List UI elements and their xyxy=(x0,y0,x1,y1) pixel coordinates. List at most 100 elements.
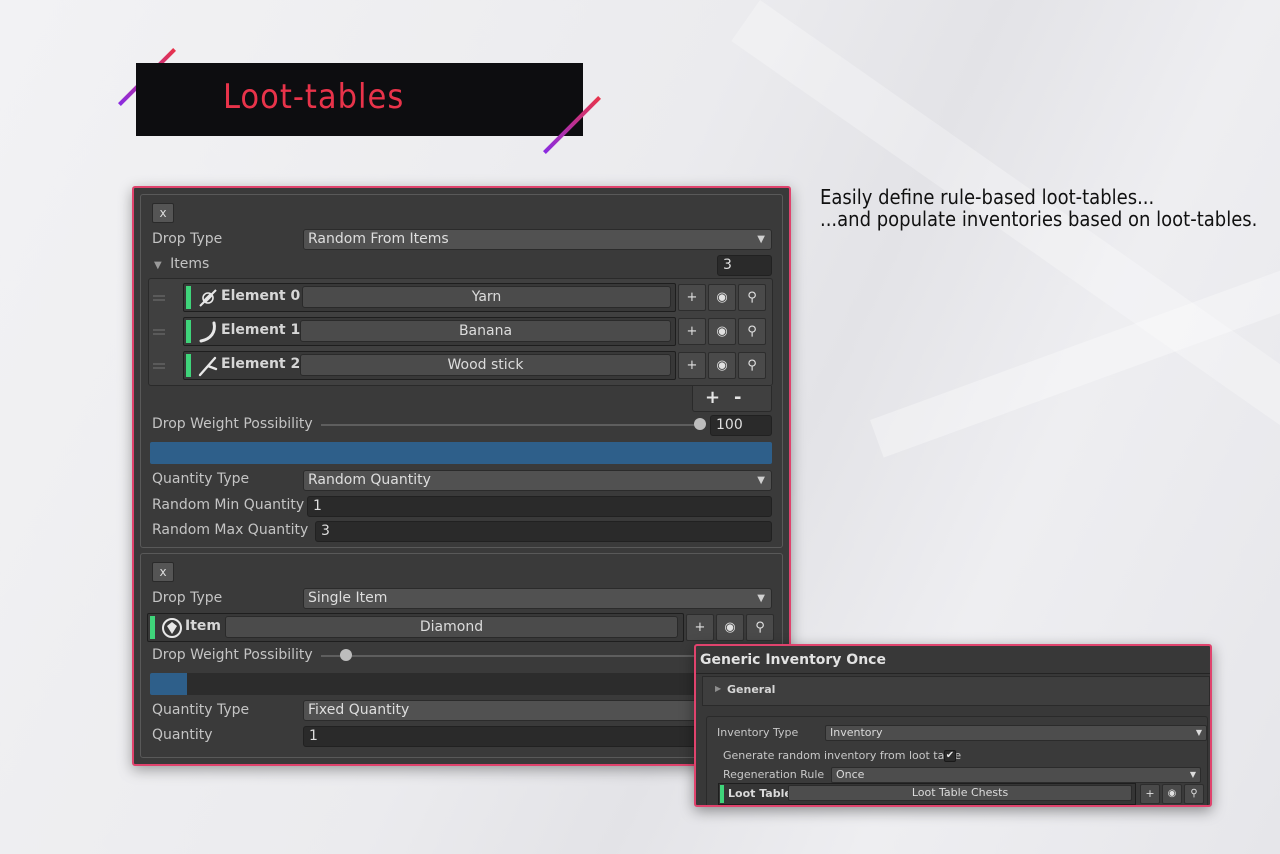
random-min-field[interactable]: 1 xyxy=(307,496,772,517)
single-item-row: Item Diamond + ◉ ⚲ xyxy=(141,613,781,642)
items-label: Items xyxy=(170,256,210,272)
search-icon[interactable]: ⚲ xyxy=(738,352,766,379)
drop-weight-progress xyxy=(150,673,772,695)
drop-weight-slider-knob[interactable] xyxy=(694,418,706,430)
generic-inventory-panel: Generic Inventory Once ▶ General Invento… xyxy=(694,644,1212,807)
eye-icon[interactable]: ◉ xyxy=(1162,784,1182,804)
add-button[interactable]: + xyxy=(678,352,706,379)
drag-handle-icon[interactable] xyxy=(153,295,165,301)
remove-entry-button[interactable]: x xyxy=(152,562,174,582)
list-footer: + - xyxy=(692,386,772,412)
banana-icon xyxy=(199,321,216,343)
loot-table-object-field[interactable]: Loot Table Chests xyxy=(788,785,1132,801)
status-marker xyxy=(150,616,155,639)
foldout-arrow-icon: ▶ xyxy=(715,684,722,693)
drop-type-label: Drop Type xyxy=(152,231,223,247)
drag-handle-icon[interactable] xyxy=(153,363,165,369)
inventory-panel-title: Generic Inventory Once xyxy=(700,652,886,668)
generate-random-checkbox[interactable]: ✔ xyxy=(944,750,956,762)
drop-type-dropdown[interactable]: Random From Items ▼ xyxy=(303,229,772,250)
drop-weight-slider[interactable] xyxy=(321,424,701,426)
eye-icon[interactable]: ◉ xyxy=(708,284,736,311)
list-add-button[interactable]: + xyxy=(705,387,720,408)
loot-table-editor: x Drop Type Random From Items ▼ ▼ Items … xyxy=(132,186,791,766)
drop-weight-slider-knob[interactable] xyxy=(340,649,352,661)
drop-type-dropdown[interactable]: Single Item ▼ xyxy=(303,588,772,609)
loot-table-label: Loot Table xyxy=(728,787,792,800)
loot-entry-0: x Drop Type Random From Items ▼ ▼ Items … xyxy=(140,194,783,548)
regeneration-rule-value: Once xyxy=(836,768,865,781)
description-line-2: ...and populate inventories based on loo… xyxy=(820,207,1258,231)
chevron-down-icon: ▼ xyxy=(757,593,765,604)
chevron-down-icon: ▼ xyxy=(757,475,765,486)
add-button[interactable]: + xyxy=(686,614,714,641)
drop-weight-label: Drop Weight Possibility xyxy=(152,647,313,663)
quantity-type-label: Quantity Type xyxy=(152,471,250,487)
drag-handle-icon[interactable] xyxy=(153,329,165,335)
wood-stick-icon xyxy=(198,356,218,377)
regeneration-rule-dropdown[interactable]: Once ▼ xyxy=(831,767,1201,783)
random-min-label: Random Min Quantity xyxy=(152,497,305,513)
quantity-type-value: Random Quantity xyxy=(308,472,431,488)
drop-type-label: Drop Type xyxy=(152,590,223,606)
description-line-1: Easily define rule-based loot-tables... xyxy=(820,185,1155,209)
quantity-type-dropdown[interactable]: Random Quantity ▼ xyxy=(303,470,772,491)
drop-weight-progress-fill xyxy=(150,673,188,695)
loot-entry-1: x Drop Type Single Item ▼ Item Diamond +… xyxy=(140,553,783,758)
eye-icon[interactable]: ◉ xyxy=(708,318,736,345)
items-count-field[interactable]: 3 xyxy=(717,255,772,276)
random-max-label: Random Max Quantity xyxy=(152,522,309,538)
eye-icon[interactable]: ◉ xyxy=(716,614,744,641)
add-button[interactable]: + xyxy=(678,318,706,345)
status-marker xyxy=(186,286,191,309)
drop-weight-slider[interactable] xyxy=(321,655,701,657)
eye-icon[interactable]: ◉ xyxy=(708,352,736,379)
status-marker xyxy=(186,320,191,343)
drop-weight-progress-fill xyxy=(150,442,772,464)
status-marker xyxy=(720,785,724,803)
add-button[interactable]: + xyxy=(678,284,706,311)
random-max-field[interactable]: 3 xyxy=(315,521,772,542)
drop-type-value: Single Item xyxy=(308,590,388,606)
search-icon[interactable]: ⚲ xyxy=(738,318,766,345)
diamond-icon xyxy=(162,618,182,638)
page-title: Loot-tables xyxy=(223,77,405,117)
inventory-type-dropdown[interactable]: Inventory ▼ xyxy=(825,725,1207,741)
remove-entry-button[interactable]: x xyxy=(152,203,174,223)
regeneration-rule-label: Regeneration Rule xyxy=(723,768,825,781)
drop-weight-progress xyxy=(150,442,772,464)
inventory-type-value: Inventory xyxy=(830,726,883,739)
item-label: Item xyxy=(185,618,221,634)
chevron-down-icon: ▼ xyxy=(1189,770,1196,779)
item-object-field[interactable]: Diamond xyxy=(225,616,678,638)
list-remove-button[interactable]: - xyxy=(734,387,741,408)
drop-weight-label: Drop Weight Possibility xyxy=(152,416,313,432)
title-banner: Loot-tables xyxy=(136,63,583,136)
drop-type-value: Random From Items xyxy=(308,231,449,247)
feature-description: Easily define rule-based loot-tables... … xyxy=(820,186,1257,230)
items-foldout[interactable]: ▼ Items xyxy=(154,256,209,272)
chevron-down-icon: ▼ xyxy=(757,234,765,245)
list-item: Element 1 Banana + ◉ ⚲ xyxy=(149,317,773,346)
general-foldout[interactable]: ▶ General xyxy=(702,676,1210,706)
yarn-icon xyxy=(199,289,217,307)
element-label: Element 0 xyxy=(221,288,301,304)
item-object-field[interactable]: Banana xyxy=(300,320,671,342)
add-button[interactable]: + xyxy=(1140,784,1160,804)
list-item: Element 2 Wood stick + ◉ ⚲ xyxy=(149,351,773,380)
chevron-down-icon: ▼ xyxy=(1195,728,1202,737)
search-icon[interactable]: ⚲ xyxy=(746,614,774,641)
loot-table-row: Loot Table Loot Table Chests + ◉ ⚲ xyxy=(718,783,1206,805)
search-icon[interactable]: ⚲ xyxy=(1184,784,1204,804)
item-object-field[interactable]: Wood stick xyxy=(300,354,671,376)
search-icon[interactable]: ⚲ xyxy=(738,284,766,311)
element-label: Element 1 xyxy=(221,322,301,338)
status-marker xyxy=(186,354,191,377)
item-object-field[interactable]: Yarn xyxy=(302,286,671,308)
general-label: General xyxy=(727,683,776,696)
list-item: Element 0 Yarn + ◉ ⚲ xyxy=(149,283,773,312)
quantity-label: Quantity xyxy=(152,727,213,743)
quantity-type-label: Quantity Type xyxy=(152,702,250,718)
quantity-type-value: Fixed Quantity xyxy=(308,702,410,718)
drop-weight-field[interactable]: 100 xyxy=(710,415,772,436)
